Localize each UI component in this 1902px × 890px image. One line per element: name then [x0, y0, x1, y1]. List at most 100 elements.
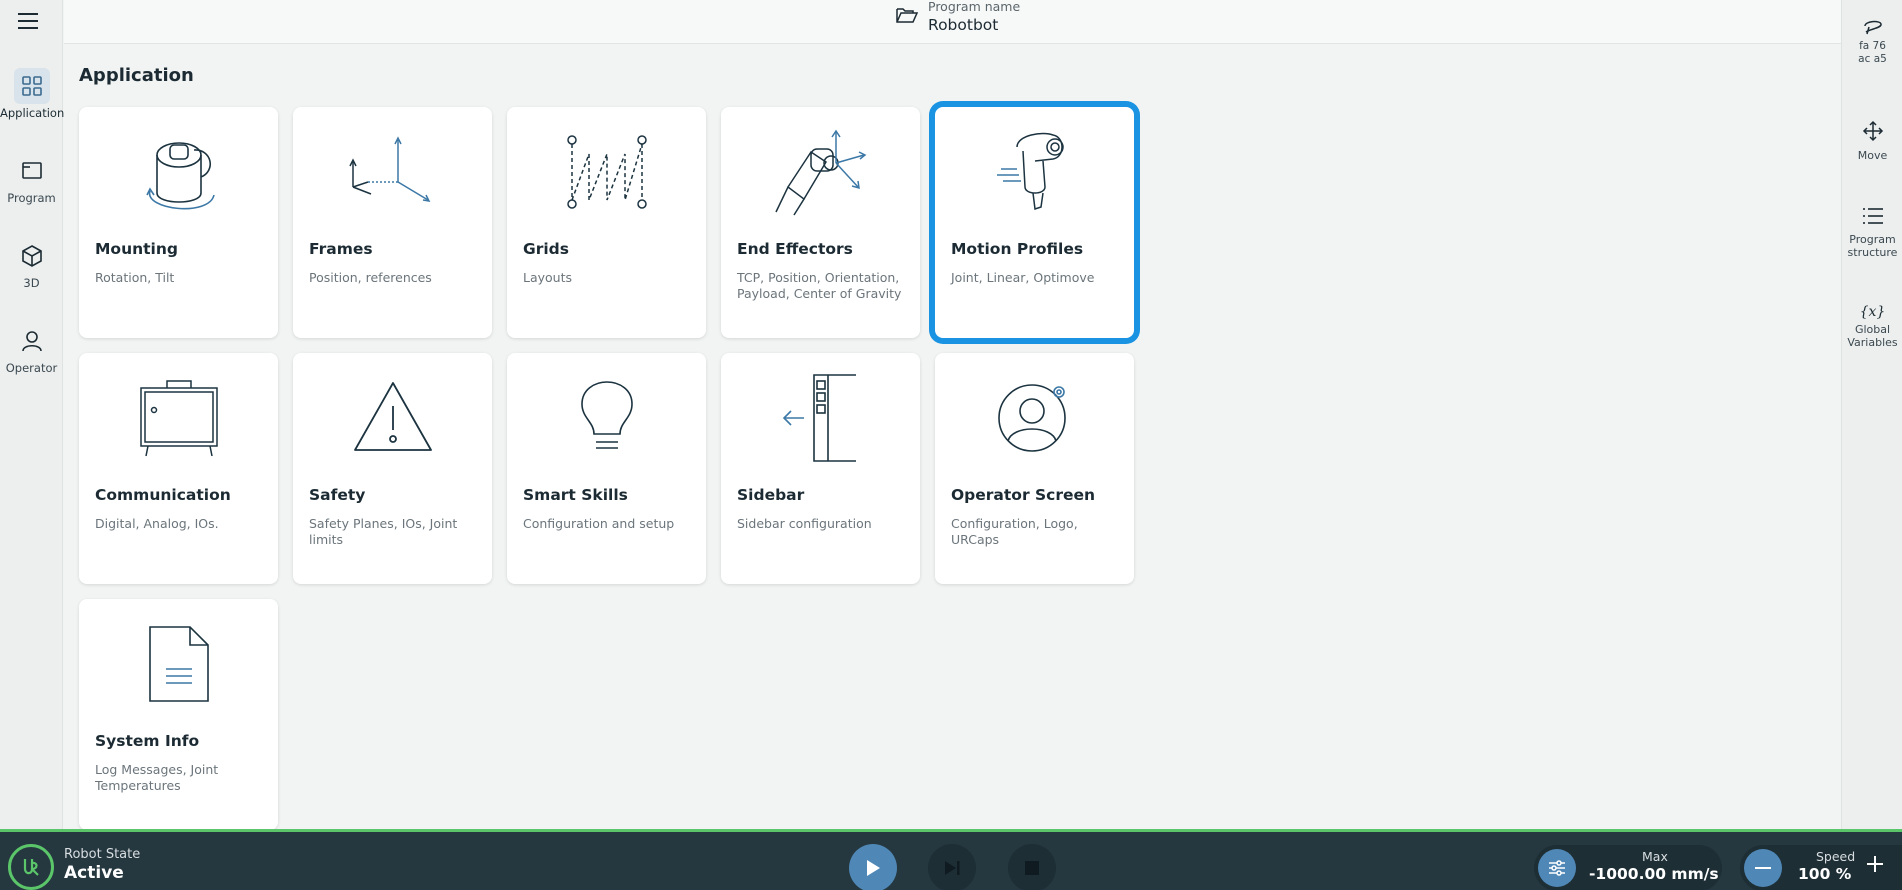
card-subtitle: Log Messages, Joint Temperatures	[95, 762, 219, 793]
grids-icon	[507, 117, 706, 227]
card-title: Operator Screen	[951, 486, 1096, 504]
toolbar-label: Program structure	[1847, 233, 1898, 259]
card-subtitle: Position, references	[309, 270, 432, 285]
card-title: Grids	[523, 240, 570, 258]
card-motion-profiles[interactable]: Motion Profiles Joint, Linear, Optimove	[935, 107, 1134, 338]
card-grids[interactable]: Grids Layouts	[507, 107, 706, 338]
toolbar-program-structure[interactable]: Program structure	[1842, 206, 1902, 259]
minus-icon	[1755, 867, 1771, 869]
card-communication[interactable]: Communication Digital, Analog, IOs.	[79, 353, 278, 584]
card-title: Mounting	[95, 240, 178, 258]
teach-pendant-icon	[1842, 18, 1902, 40]
grid-icon	[13, 68, 50, 104]
status-bar: Robot State Active Max -1000.00 mm/s Spe…	[0, 829, 1902, 890]
program-icon	[14, 153, 50, 189]
move-arrows-icon	[1842, 120, 1902, 146]
application-content: Application Mounting Rotation, Tilt Fram…	[64, 45, 1819, 829]
plus-icon	[1867, 856, 1883, 872]
card-title: Safety	[309, 486, 366, 504]
card-subtitle: TCP, Position, Orientation, Payload, Cen…	[737, 270, 902, 301]
card-subtitle: Joint, Linear, Optimove	[951, 270, 1095, 285]
card-title: System Info	[95, 732, 200, 750]
toolbar-label: Move	[1857, 149, 1888, 162]
card-title: Sidebar	[737, 486, 805, 504]
nav-label: 3D	[23, 276, 40, 290]
card-title: Frames	[309, 240, 373, 258]
nav-label: Operator	[5, 361, 58, 375]
program-name-value: Robotbot	[928, 16, 999, 34]
program-name-label: Program name	[928, 0, 1021, 14]
max-value: -1000.00 mm/s	[1589, 865, 1719, 883]
nav-item-application[interactable]: Application	[0, 68, 65, 120]
card-title: Communication	[95, 486, 231, 504]
operator-screen-icon	[935, 363, 1134, 473]
speed-increase-button[interactable]	[1860, 849, 1890, 879]
card-subtitle: Configuration, Logo, URCaps	[951, 516, 1078, 547]
card-safety[interactable]: Safety Safety Planes, IOs, Joint limits	[293, 353, 492, 584]
nav-item-program[interactable]: Program	[0, 153, 63, 205]
speed-label: Speed	[1816, 849, 1856, 864]
card-subtitle: Digital, Analog, IOs.	[95, 516, 219, 531]
device-id-indicator[interactable]: fa 76 ac a5	[1842, 18, 1902, 66]
speed-value: 100 %	[1798, 865, 1852, 883]
speed-settings-button[interactable]	[1538, 849, 1576, 887]
variable-icon: {x}	[1859, 304, 1886, 320]
person-icon	[14, 323, 50, 359]
card-title: End Effectors	[737, 240, 853, 258]
card-smart-skills[interactable]: Smart Skills Configuration and setup	[507, 353, 706, 584]
sliders-icon	[1549, 860, 1565, 876]
page-title: Application	[79, 65, 194, 86]
nav-item-3d[interactable]: 3D	[0, 238, 63, 290]
ur-logo-icon[interactable]	[8, 844, 54, 890]
cube-icon	[14, 238, 50, 274]
card-end-effectors[interactable]: End Effectors TCP, Position, Orientation…	[721, 107, 920, 338]
play-icon	[867, 860, 880, 876]
device-hex-line1: fa 76	[1859, 40, 1886, 52]
card-subtitle: Rotation, Tilt	[95, 270, 175, 285]
play-button[interactable]	[849, 844, 897, 890]
hamburger-menu-icon[interactable]	[16, 8, 40, 32]
motion-profiles-icon	[935, 117, 1134, 227]
step-button[interactable]	[928, 844, 976, 890]
stop-button[interactable]	[1008, 844, 1056, 890]
warning-icon	[293, 363, 492, 473]
robot-state-label: Robot State	[64, 847, 141, 862]
card-subtitle: Configuration and setup	[523, 516, 675, 531]
card-subtitle: Sidebar configuration	[737, 516, 872, 531]
frames-icon	[293, 117, 492, 227]
end-effector-icon	[721, 117, 920, 227]
device-hex-line2: ac a5	[1858, 53, 1887, 65]
sidebar-icon	[721, 363, 920, 473]
max-label: Max	[1642, 849, 1668, 864]
stop-icon	[1025, 861, 1039, 875]
top-header: Program name Robotbot	[64, 0, 1841, 44]
card-subtitle: Layouts	[523, 270, 573, 285]
card-title: Motion Profiles	[951, 240, 1084, 258]
card-mounting[interactable]: Mounting Rotation, Tilt	[79, 107, 278, 338]
mounting-icon	[79, 117, 278, 227]
card-title: Smart Skills	[523, 486, 628, 504]
right-toolbar: fa 76 ac a5 Move Program structure {x} G…	[1841, 0, 1902, 829]
nav-item-operator[interactable]: Operator	[0, 323, 63, 375]
program-name-selector[interactable]: Program name Robotbot	[896, 0, 1020, 36]
card-operator-screen[interactable]: Operator Screen Configuration, Logo, URC…	[935, 353, 1134, 584]
robot-state: Robot State Active	[64, 847, 140, 884]
toolbar-global-variables[interactable]: {x} Global Variables	[1842, 304, 1902, 349]
card-sidebar[interactable]: Sidebar Sidebar configuration	[721, 353, 920, 584]
toolbar-move[interactable]: Move	[1842, 120, 1902, 162]
card-subtitle: Safety Planes, IOs, Joint limits	[309, 516, 458, 547]
toolbar-label: Global Variables	[1847, 323, 1898, 349]
card-frames[interactable]: Frames Position, references	[293, 107, 492, 338]
lightbulb-icon	[507, 363, 706, 473]
list-icon	[1842, 206, 1902, 230]
nav-label: Program	[7, 191, 56, 205]
card-system-info[interactable]: System Info Log Messages, Joint Temperat…	[79, 599, 278, 829]
robot-state-value: Active	[64, 863, 124, 883]
folder-open-icon	[896, 6, 919, 28]
nav-label: Application	[0, 106, 65, 120]
skip-forward-icon	[945, 861, 960, 875]
max-speed-control: Max -1000.00 mm/s	[1534, 845, 1722, 890]
communication-icon	[79, 363, 278, 473]
left-navigation: Application Program 3D Operator	[0, 0, 65, 829]
speed-decrease-button[interactable]	[1744, 849, 1782, 887]
